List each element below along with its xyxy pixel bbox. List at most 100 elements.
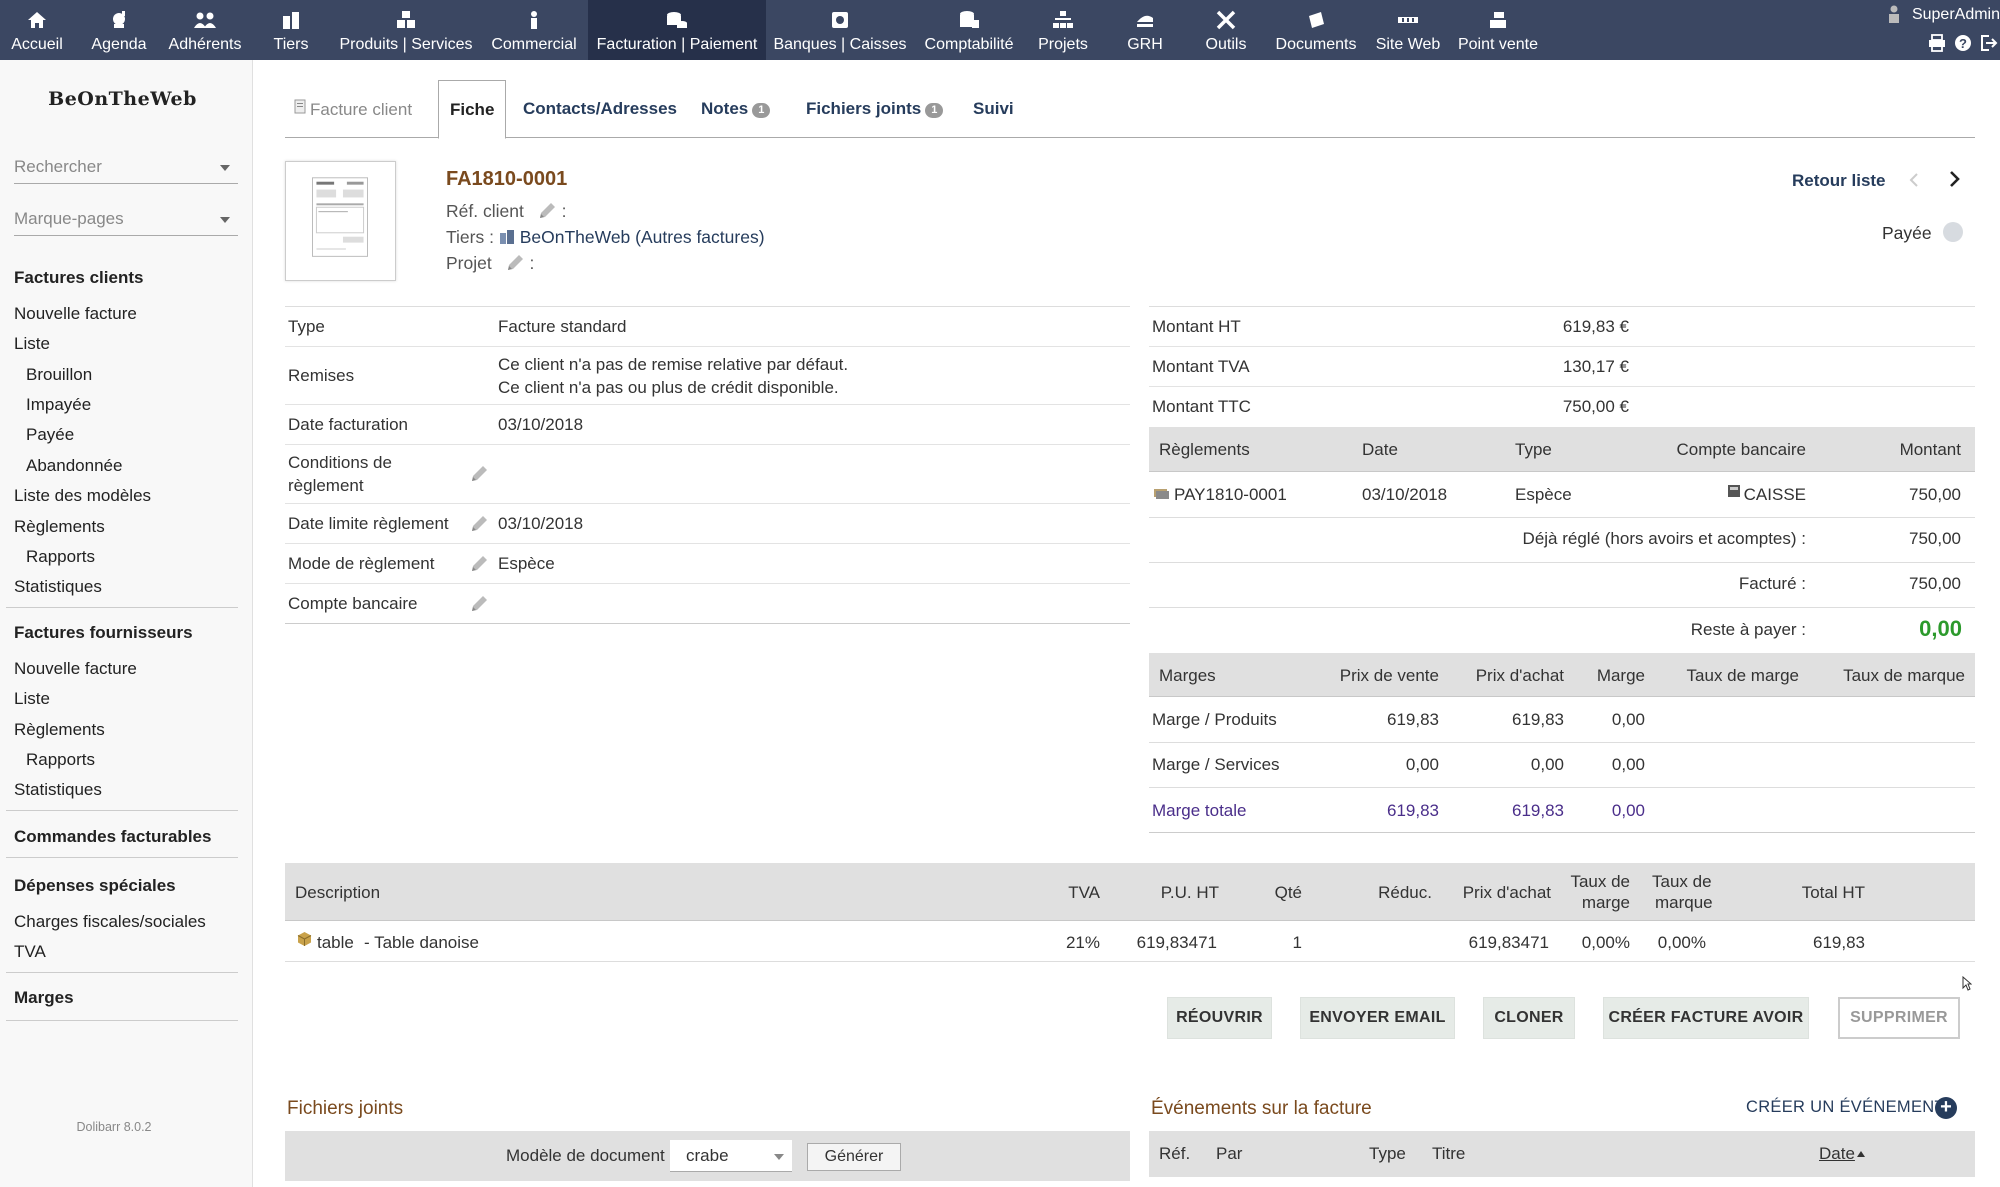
edit-pencil-icon[interactable] [505,254,525,272]
tab-notes[interactable]: Notes 1 [701,80,771,138]
tab-card[interactable]: Fiche [438,80,507,139]
generate-button[interactable]: Générer [807,1143,901,1171]
user-icon[interactable] [1888,5,1900,23]
sidebar-draft[interactable]: Brouillon [26,365,92,385]
project-label: Projet [446,253,492,273]
edit-pencil-icon[interactable] [469,555,489,573]
event-date-col-header[interactable]: Date [1819,1144,1865,1164]
user-name[interactable]: SuperAdmin [1912,6,2000,24]
tab-notes-label: Notes [701,99,749,118]
search-select[interactable]: Rechercher [14,152,238,184]
products-icon [395,10,417,30]
logout-icon[interactable] [1980,34,1998,52]
bookmarks-select[interactable]: Marque-pages [14,204,238,236]
edit-pencil-icon[interactable] [469,595,489,613]
sidebar-vat[interactable]: TVA [14,942,46,962]
tab-contacts[interactable]: Contacts/Adresses [523,80,677,138]
sidebar-supplier-reports[interactable]: Rapports [26,750,95,770]
sidebar-supplier-statistics[interactable]: Statistiques [14,780,102,800]
plus-circle-icon[interactable]: + [1935,1097,1957,1119]
hrm-icon [1134,10,1156,30]
lines-header: Description TVA P.U. HT Qté Réduc. Prix … [285,863,1975,921]
clone-button[interactable]: CLONER [1483,997,1575,1039]
thirdparty-link[interactable]: BeOnTheWeb [520,227,631,247]
members-icon [194,10,216,30]
sidebar-list[interactable]: Liste [14,334,50,354]
print-icon[interactable] [1928,34,1946,52]
sidebar-abandoned[interactable]: Abandonnée [26,456,122,476]
company-logo[interactable]: BeOnTheWeb [0,88,245,110]
edit-pencil-icon[interactable] [469,465,489,483]
document-model-select[interactable]: crabe [670,1140,792,1172]
sidebar-supplier-invoices[interactable]: Factures fournisseurs [14,623,193,643]
menu-commercial[interactable]: Commercial [488,0,580,60]
payment-terms-label-1: Conditions de [288,453,392,472]
menu-agenda[interactable]: Agenda [82,0,156,60]
back-to-list-link[interactable]: Retour liste [1792,171,1886,191]
menu-projects[interactable]: Projets [1032,0,1094,60]
menu-documents[interactable]: Documents [1268,0,1364,60]
sidebar-new-invoice[interactable]: Nouvelle facture [14,304,137,324]
sidebar-tax-charges[interactable]: Charges fiscales/sociales [14,912,206,932]
sidebar-statistics[interactable]: Statistiques [14,577,102,597]
sidebar-payments[interactable]: Règlements [14,517,105,537]
sidebar-supplier-list[interactable]: Liste [14,689,50,709]
commercial-icon [523,10,545,30]
sidebar-customer-invoices[interactable]: Factures clients [14,268,143,288]
sidebar-special-expenses[interactable]: Dépenses spéciales [14,876,176,896]
chevron-right-icon[interactable] [1947,170,1961,188]
event-date-label: Date [1819,1144,1855,1163]
divider [6,1020,238,1021]
document-model-value: crabe [686,1146,729,1165]
menu-products[interactable]: Produits | Services [334,0,478,60]
sidebar-templates[interactable]: Liste des modèles [14,486,151,506]
accounting-icon [958,10,980,30]
sidebar-margins[interactable]: Marges [14,988,74,1008]
sidebar-unpaid[interactable]: Impayée [26,395,91,415]
menu-accounting[interactable]: Comptabilité [920,0,1018,60]
delete-button[interactable]: SUPPRIMER [1838,997,1960,1039]
divider [1149,562,1975,563]
menu-thirdparties[interactable]: Tiers [262,0,320,60]
invoice-preview-thumbnail[interactable] [285,161,396,281]
menu-billing[interactable]: Facturation | Paiement [588,0,766,60]
sidebar-reports[interactable]: Rapports [26,547,95,567]
create-credit-note-button[interactable]: CRÉER FACTURE AVOIR [1603,997,1809,1039]
tab-followup[interactable]: Suivi [973,80,1014,138]
menu-members[interactable]: Adhérents [160,0,250,60]
tab-invoice[interactable]: Facture client [294,80,412,138]
left-sidebar: BeOnTheWeb Rechercher Marque-pages Factu… [0,60,253,1187]
menu-hrm[interactable]: GRH [1116,0,1174,60]
bank-account-label: Compte bancaire [288,594,418,613]
menu-pos[interactable]: Point vente [1454,0,1542,60]
divider [1149,742,1975,743]
edit-pencil-icon[interactable] [537,202,557,220]
send-email-button[interactable]: ENVOYER EMAIL [1300,997,1455,1039]
divider [285,961,1975,962]
due-date-row: Date limite règlement 03/10/2018 [285,504,1130,544]
sidebar-paid[interactable]: Payée [26,425,74,445]
create-event-link[interactable]: CRÉER UN ÉVÉNEMENT [1746,1098,1945,1117]
edit-pencil-icon[interactable] [469,515,489,533]
sidebar-billable-orders[interactable]: Commandes facturables [14,827,211,847]
menu-bank[interactable]: Banques | Caisses [772,0,908,60]
project-line: Projet : [446,253,534,274]
other-invoices-link[interactable]: (Autres factures) [635,227,764,247]
due-date-label: Date limite règlement [288,514,449,533]
payment-mode-row: Mode de règlement Espèce [285,544,1130,584]
payment-terms-row: Conditions de règlement [285,445,1130,504]
help-icon[interactable]: ? [1954,34,1972,52]
type-value: Facture standard [498,317,627,336]
tab-files[interactable]: Fichiers joints 1 [806,80,944,138]
files-count-badge: 1 [925,103,944,118]
sidebar-supplier-new-invoice[interactable]: Nouvelle facture [14,659,137,679]
events-header: Réf. Par Type Titre Date [1149,1131,1975,1177]
menu-website[interactable]: Site Web [1372,0,1444,60]
tab-invoice-label: Facture client [310,100,413,119]
menu-home[interactable]: Accueil [0,0,74,60]
menu-tools[interactable]: Outils [1198,0,1254,60]
reopen-button[interactable]: RÉOUVRIR [1167,997,1272,1039]
chevron-left-icon[interactable] [1908,172,1920,188]
company-icon [499,229,515,245]
sidebar-supplier-payments[interactable]: Règlements [14,720,105,740]
